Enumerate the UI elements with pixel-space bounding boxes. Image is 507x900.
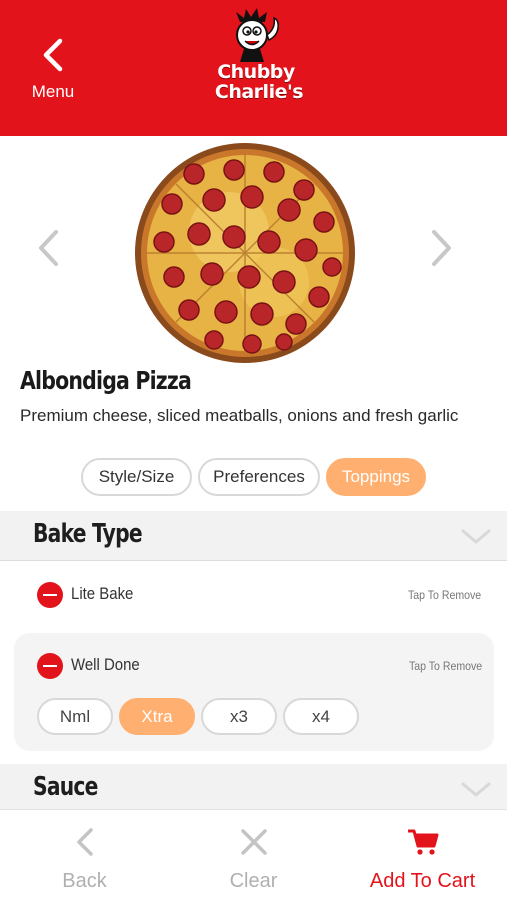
tab-toppings[interactable]: Toppings: [326, 458, 426, 496]
previous-image-button[interactable]: [34, 228, 64, 268]
amount-x4-button[interactable]: x4: [283, 698, 359, 735]
bottom-action-bar: Back Clear Add To Cart: [0, 809, 507, 900]
add-to-cart-label: Add To Cart: [369, 870, 476, 892]
chevron-down-icon: [461, 782, 491, 797]
back-button[interactable]: Back: [0, 810, 169, 900]
chevron-down-icon: [461, 529, 491, 544]
amount-selector: Nml Xtra x3 x4: [37, 698, 359, 735]
menu-back-button[interactable]: Menu: [22, 38, 84, 108]
section-header-bake-type[interactable]: Bake Type: [0, 511, 507, 561]
brand-logo: Chubby Charlie's: [198, 8, 314, 108]
cart-icon: [407, 829, 438, 855]
pizza-image: [135, 143, 355, 363]
section-title: Sauce: [33, 772, 98, 802]
amount-normal-button[interactable]: Nml: [37, 698, 113, 735]
add-to-cart-button[interactable]: Add To Cart: [338, 810, 507, 900]
mascot-icon: [236, 8, 279, 62]
remove-icon[interactable]: [37, 582, 63, 608]
menu-label: Menu: [31, 82, 75, 101]
amount-x3-button[interactable]: x3: [201, 698, 277, 735]
tap-to-remove-hint: Tap To Remove: [408, 659, 482, 673]
customization-tabs: Style/Size Preferences Toppings: [81, 458, 426, 498]
back-label: Back: [62, 870, 107, 892]
logo-text-line2: Charlie's: [214, 81, 304, 103]
product-title: Albondiga Pizza: [20, 366, 192, 395]
next-image-button[interactable]: [426, 228, 456, 268]
chevron-left-icon: [76, 828, 93, 856]
close-icon: [240, 829, 267, 855]
clear-button[interactable]: Clear: [169, 810, 338, 900]
tap-to-remove-hint: Tap To Remove: [407, 588, 481, 602]
section-title: Bake Type: [33, 519, 143, 549]
tab-preferences[interactable]: Preferences: [198, 458, 320, 496]
chevron-left-icon: [39, 230, 58, 266]
logo-text-line1: Chubby: [217, 61, 295, 83]
app-header: Menu Chubby Charlie's: [0, 0, 507, 136]
remove-icon[interactable]: [37, 653, 63, 679]
chevron-right-icon: [432, 230, 451, 266]
option-name: Lite Bake: [71, 584, 134, 603]
amount-extra-button[interactable]: Xtra: [119, 698, 195, 735]
product-description: Premium cheese, sliced meatballs, onions…: [20, 406, 459, 425]
chevron-left-icon: [43, 38, 63, 72]
section-header-sauce[interactable]: Sauce: [0, 764, 507, 814]
product-image-carousel: [0, 136, 507, 366]
tab-style-size[interactable]: Style/Size: [81, 458, 192, 496]
clear-label: Clear: [229, 870, 278, 892]
option-name: Well Done: [71, 655, 140, 674]
option-lite-bake[interactable]: Lite Bake Tap To Remove: [0, 562, 507, 628]
option-well-done[interactable]: Well Done Tap To Remove Nml Xtra x3 x4: [14, 633, 494, 751]
